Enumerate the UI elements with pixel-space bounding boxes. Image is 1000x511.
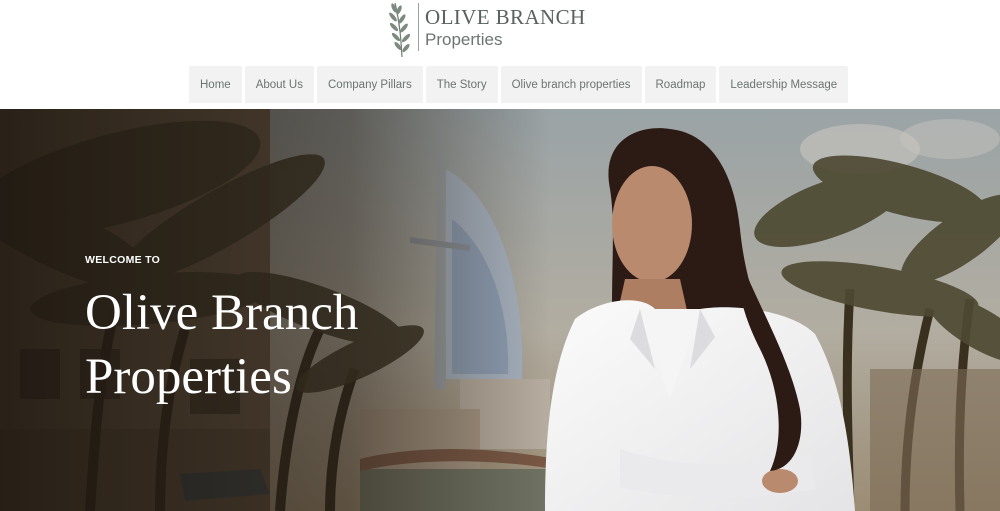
nav-roadmap[interactable]: Roadmap — [644, 66, 717, 103]
nav-company-pillars[interactable]: Company Pillars — [317, 66, 423, 103]
nav-olive-branch-properties[interactable]: Olive branch properties — [500, 66, 642, 103]
logo-wordmark: OLIVE BRANCH — [425, 5, 586, 29]
logo-divider — [418, 3, 419, 51]
nav-leadership-message[interactable]: Leadership Message — [719, 66, 849, 103]
hero-eyebrow: WELCOME TO — [85, 254, 161, 266]
site-logo[interactable]: OLIVE BRANCH Properties — [388, 0, 618, 58]
hero-banner: WELCOME TO Olive Branch Properties — [0, 109, 1000, 511]
main-nav: Home About Us Company Pillars The Story … — [189, 66, 849, 103]
site-header: OLIVE BRANCH Properties Home About Us Co… — [0, 0, 1000, 109]
nav-home[interactable]: Home — [189, 66, 242, 103]
hero-title: Olive Branch Properties — [85, 285, 359, 405]
nav-the-story[interactable]: The Story — [425, 66, 498, 103]
nav-about-us[interactable]: About Us — [244, 66, 314, 103]
logo-subtitle: Properties — [425, 30, 503, 49]
olive-branch-icon — [389, 2, 411, 58]
